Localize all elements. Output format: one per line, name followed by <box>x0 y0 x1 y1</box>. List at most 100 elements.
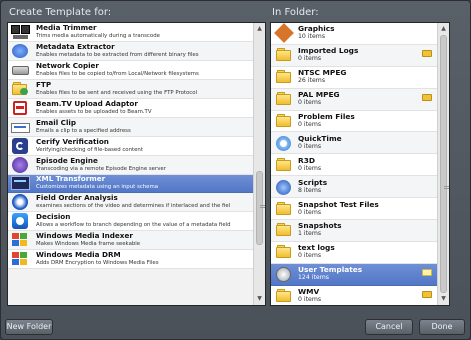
done-button[interactable]: Done <box>419 319 465 335</box>
folder-count: 0 items <box>298 252 322 260</box>
folder-item[interactable]: Scripts 8 items <box>271 176 437 199</box>
mini-folder-icon <box>422 93 432 101</box>
folder-icon <box>274 157 294 173</box>
template-item[interactable]: Episode Engine Transcoding via a remote E… <box>8 155 253 175</box>
template-description: Enables files to be copied to/from Local… <box>36 70 199 77</box>
metadata-extractor-icon <box>10 43 32 59</box>
folder-name: Snapshot Test Files <box>298 200 379 209</box>
folder-scroll-thumb[interactable] <box>440 35 449 293</box>
folder-text: R3D 0 items <box>298 157 437 173</box>
template-item[interactable]: Network Copier Enables files to be copied… <box>8 60 253 80</box>
folder-text: User Templates 124 items <box>298 266 437 282</box>
template-description: examines sections of the video and deter… <box>36 203 231 210</box>
folder-count: 0 items <box>298 99 322 107</box>
cancel-button[interactable]: Cancel <box>365 319 413 335</box>
template-item[interactable]: Cerify Verification Verifying/checking of… <box>8 136 253 156</box>
scroll-down-arrow-icon[interactable]: ▼ <box>438 293 449 305</box>
template-title: Field Order Analysis <box>36 194 118 203</box>
folder-count: 0 items <box>298 142 322 150</box>
beam-tv-icon <box>10 100 32 116</box>
template-text: Cerify Verification Verifying/checking of… <box>36 138 253 154</box>
folder-list-panel: Graphics 10 items Imported Logs 0 items NTSC… <box>270 22 450 306</box>
template-item[interactable]: Decision Allows a workflow to branch depe… <box>8 212 253 232</box>
template-description: Allows a workflow to branch depending on… <box>36 222 231 229</box>
template-list-scrollbar[interactable]: ▲ ▼ <box>253 23 265 305</box>
template-description: Transcoding via a remote Episode Engine … <box>36 165 166 172</box>
template-text: Decision Allows a workflow to branch depe… <box>36 213 253 229</box>
template-scroll-thumb[interactable] <box>256 171 265 245</box>
folder-name: R3D <box>298 156 315 165</box>
folder-item[interactable]: WMV 0 items <box>271 285 437 305</box>
template-title: Windows Media DRM <box>36 251 121 260</box>
folder-item[interactable]: PAL MPEG 0 items <box>271 88 437 111</box>
create-template-dialog: Create Template for: In Folder: Media Tr… <box>0 0 471 340</box>
template-title: Email Clip <box>36 118 77 127</box>
folder-text: Graphics 10 items <box>298 25 437 41</box>
template-description: Enables files to be sent and received us… <box>36 89 198 96</box>
template-item[interactable]: Windows Media DRM Adds DRM Encryption to … <box>8 250 253 270</box>
template-item[interactable]: Metadata Extractor Enables metadata to be… <box>8 41 253 61</box>
create-template-heading: Create Template for: <box>9 7 112 18</box>
folder-item[interactable]: Graphics 10 items <box>271 23 437 45</box>
scroll-down-arrow-icon[interactable]: ▼ <box>254 293 265 305</box>
folder-item[interactable]: NTSC MPEG 26 items <box>271 66 437 89</box>
network-copier-icon <box>10 62 32 78</box>
template-item[interactable]: Field Order Analysis examines sections of… <box>8 193 253 213</box>
folder-text: PAL MPEG 0 items <box>298 91 437 107</box>
folder-icon <box>274 69 294 85</box>
folder-name: Snapshots <box>298 222 342 231</box>
scripts-icon <box>274 179 294 195</box>
template-text: Windows Media DRM Adds DRM Encryption to … <box>36 251 253 267</box>
folder-item[interactable]: Imported Logs 0 items <box>271 44 437 67</box>
folder-text: Scripts 8 items <box>298 179 437 195</box>
template-item[interactable]: Beam.TV Upload Adaptor Enables assets to … <box>8 98 253 118</box>
template-item[interactable]: Media Trimmer Trims media automatically d… <box>8 23 253 42</box>
template-item[interactable]: Windows Media Indexer Makes Windows Media… <box>8 231 253 251</box>
folder-item[interactable]: QuickTime 0 items <box>271 132 437 155</box>
template-text: Network Copier Enables files to be copied… <box>36 62 253 78</box>
folder-text: NTSC MPEG 26 items <box>298 69 437 85</box>
scroll-up-arrow-icon[interactable]: ▲ <box>438 23 449 35</box>
template-description: Enables metadata to be extracted from di… <box>36 51 199 58</box>
folder-item[interactable]: Problem Files 0 items <box>271 110 437 133</box>
folder-count: 26 items <box>298 77 326 85</box>
template-description: Adds DRM Encryption to Windows Media Fil… <box>36 260 159 267</box>
folder-text: Imported Logs 0 items <box>298 47 437 63</box>
folder-text: Problem Files 0 items <box>298 113 437 129</box>
grip-icon <box>260 205 265 208</box>
folder-icon <box>274 201 294 217</box>
folder-item[interactable]: Snapshot Test Files 0 items <box>271 198 437 221</box>
folder-item[interactable]: User Templates 124 items <box>271 263 437 286</box>
user-templates-icon <box>274 266 294 283</box>
template-item[interactable]: Email Clip Emails a clip to a specified a… <box>8 117 253 137</box>
folder-count: 0 items <box>298 296 322 304</box>
template-item[interactable]: XML Transformer Customizes metadata using… <box>8 174 253 194</box>
folder-name: PAL MPEG <box>298 91 340 100</box>
folder-name: Scripts <box>298 178 328 187</box>
new-folder-button[interactable]: New Folder <box>5 319 53 335</box>
folder-count: 8 items <box>298 186 322 194</box>
template-description: Enables assets to be uploaded to Beam.TV <box>36 108 152 115</box>
template-item[interactable]: FTP Enables files to be sent and received… <box>8 79 253 99</box>
template-text: XML Transformer Customizes metadata using… <box>36 175 253 191</box>
email-icon <box>10 119 32 135</box>
folder-icon <box>274 47 294 63</box>
template-description: Trims media automatically during a trans… <box>36 32 160 39</box>
grip-icon <box>444 186 449 189</box>
folder-icon <box>274 113 294 129</box>
folder-list-scrollbar[interactable]: ▲ ▼ <box>437 23 449 305</box>
scroll-up-arrow-icon[interactable]: ▲ <box>254 23 265 35</box>
folder-count: 0 items <box>298 121 322 128</box>
windows-media-icon <box>10 232 32 248</box>
folder-icon <box>274 91 294 107</box>
xml-transformer-icon <box>10 175 32 191</box>
quicktime-icon <box>274 135 294 151</box>
folder-item[interactable]: R3D 0 items <box>271 154 437 177</box>
folder-item[interactable]: text logs 0 items <box>271 241 437 264</box>
template-title: FTP <box>36 80 52 89</box>
folder-name: User Templates <box>298 266 363 275</box>
folder-icon <box>274 222 294 238</box>
folder-count: 1 items <box>298 230 322 238</box>
folder-name: Problem Files <box>298 113 355 121</box>
folder-item[interactable]: Snapshots 1 items <box>271 220 437 242</box>
